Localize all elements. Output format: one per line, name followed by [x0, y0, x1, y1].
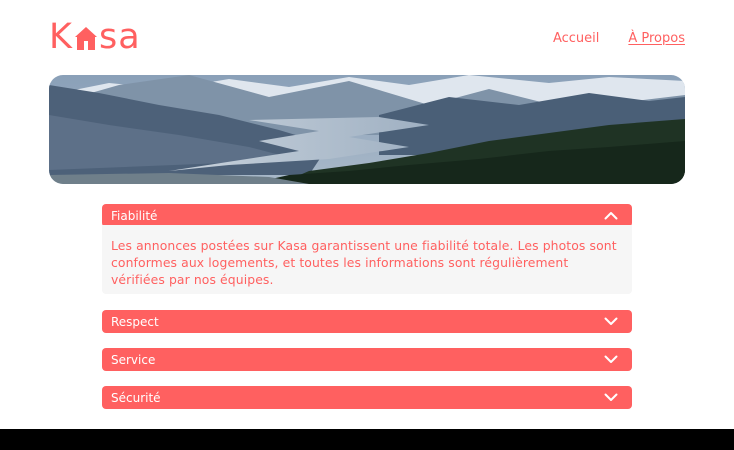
- chevron-down-icon[interactable]: [604, 393, 618, 402]
- values-accordion: Fiabilité Les annonces postées sur Kasa …: [102, 204, 632, 424]
- accordion-title: Sécurité: [111, 390, 161, 405]
- accordion-header-service[interactable]: Service: [102, 348, 632, 371]
- nav-link-accueil[interactable]: Accueil: [553, 31, 599, 46]
- site-header: K sa Accueil À Propos: [49, 17, 685, 57]
- mountain-banner-image: [49, 75, 685, 184]
- nav-link-a-propos[interactable]: À Propos: [628, 31, 685, 46]
- accordion-item-fiabilite: Fiabilité Les annonces postées sur Kasa …: [102, 204, 632, 294]
- accordion-header-securite[interactable]: Sécurité: [102, 386, 632, 409]
- footer-bar: [0, 429, 734, 450]
- accordion-item-service: Service: [102, 348, 632, 371]
- chevron-up-icon[interactable]: [604, 211, 618, 220]
- accordion-title: Service: [111, 352, 156, 367]
- logo-letter-k: K: [49, 17, 73, 57]
- kasa-logo[interactable]: K sa: [49, 17, 141, 55]
- house-icon: [74, 25, 98, 51]
- logo-letters-sa: sa: [98, 17, 141, 57]
- main-nav: Accueil À Propos: [553, 31, 685, 46]
- accordion-body-text: Les annonces postées sur Kasa garantisse…: [111, 238, 617, 287]
- accordion-title: Respect: [111, 314, 159, 329]
- accordion-title: Fiabilité: [111, 208, 158, 223]
- accordion-item-securite: Sécurité: [102, 386, 632, 409]
- accordion-body-fiabilite: Les annonces postées sur Kasa garantisse…: [102, 225, 632, 294]
- accordion-header-respect[interactable]: Respect: [102, 310, 632, 333]
- accordion-header-fiabilite[interactable]: Fiabilité: [102, 204, 632, 227]
- accordion-item-respect: Respect: [102, 310, 632, 333]
- chevron-down-icon[interactable]: [604, 355, 618, 364]
- chevron-down-icon[interactable]: [604, 317, 618, 326]
